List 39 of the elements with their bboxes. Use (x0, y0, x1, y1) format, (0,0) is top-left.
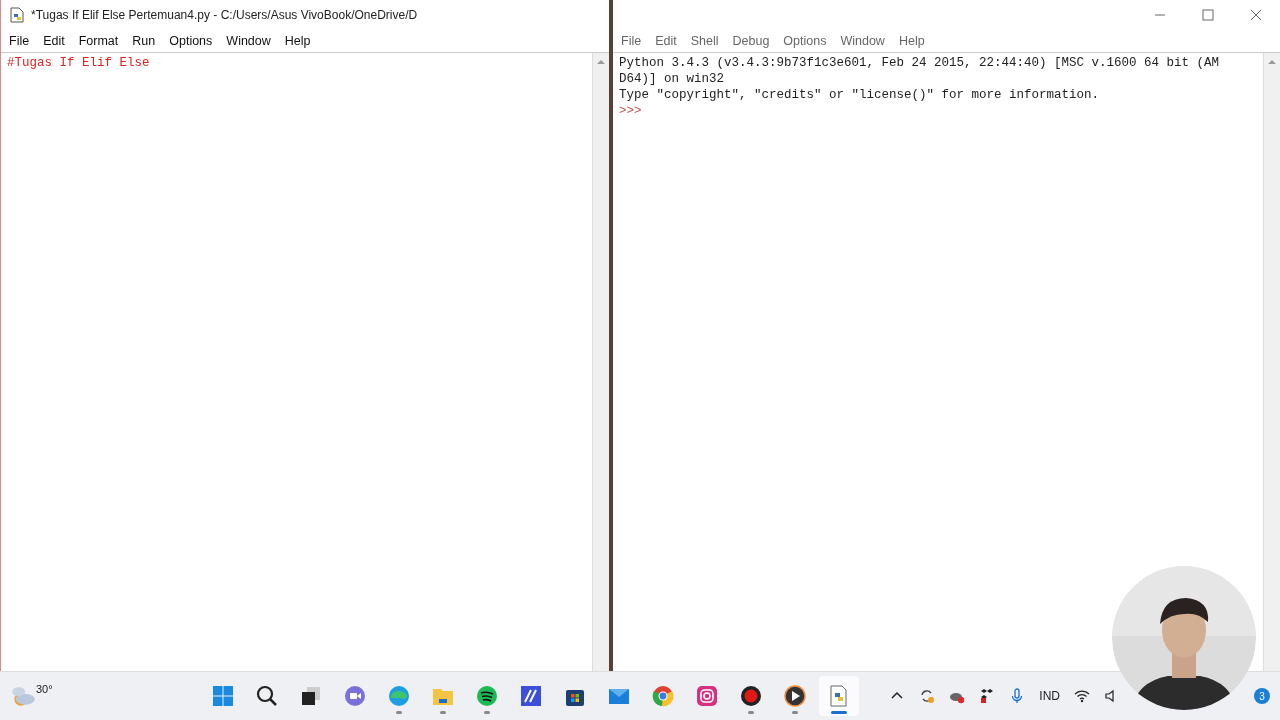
menu-item[interactable]: Shell (690, 34, 719, 48)
temperature: 30° (36, 683, 53, 695)
menu-item[interactable]: File (9, 34, 30, 48)
browser-icon (387, 684, 412, 708)
scrollbar[interactable] (592, 53, 609, 671)
python-file-icon (9, 7, 25, 23)
windows-logo-icon (211, 684, 236, 708)
shell-output: Python 3.4.3 (v3.4.3:9b73f1c3e601, Feb 24 2015, 22:44:40) [MSC v.1600 64 bit (AM (619, 55, 1221, 71)
scroll-up-icon[interactable] (1267, 59, 1277, 65)
menu-item[interactable]: Options (783, 34, 827, 48)
menu-item[interactable]: Format (78, 34, 119, 48)
window-title: *Tugas If Elif Else Pertemuan4.py - C:/Users/Asus VivoBook/OneDrive/D (31, 8, 418, 22)
menu-item[interactable]: Options (169, 34, 213, 48)
shell-prompt: >>> (619, 103, 643, 119)
menu-item[interactable]: Edit (655, 34, 677, 48)
sync-icon[interactable] (919, 688, 936, 704)
wifi-icon[interactable] (1074, 688, 1090, 704)
menu-item[interactable]: Debug (732, 34, 770, 48)
browser-icon (651, 684, 676, 708)
play-icon (783, 684, 808, 708)
camera-app-icon (695, 684, 720, 708)
menu-item[interactable]: Edit (43, 34, 65, 48)
menu-item[interactable]: Window (226, 34, 271, 48)
menu-item[interactable]: Window (840, 34, 885, 48)
editor-app-icon (519, 684, 544, 708)
language-indicator[interactable]: IND (1039, 689, 1060, 703)
menu-item[interactable]: File (621, 34, 642, 48)
menu-item[interactable]: Help (898, 34, 925, 48)
menu-item[interactable]: Help (284, 34, 311, 48)
menu-item[interactable]: Run (132, 34, 156, 48)
music-app-icon (475, 684, 500, 708)
notification-badge[interactable]: 3 (1254, 688, 1270, 704)
shell-output: Type "copyright", "credits" or "license()" for more information. (619, 87, 1101, 103)
record-icon (739, 684, 764, 708)
shell-output: D64)] on win32 (619, 71, 726, 87)
video-chat-icon (343, 684, 368, 708)
scroll-up-icon[interactable] (596, 59, 606, 65)
scrollbar[interactable] (1263, 53, 1280, 671)
code-comment: #Tugas If Elif Else (7, 55, 151, 71)
